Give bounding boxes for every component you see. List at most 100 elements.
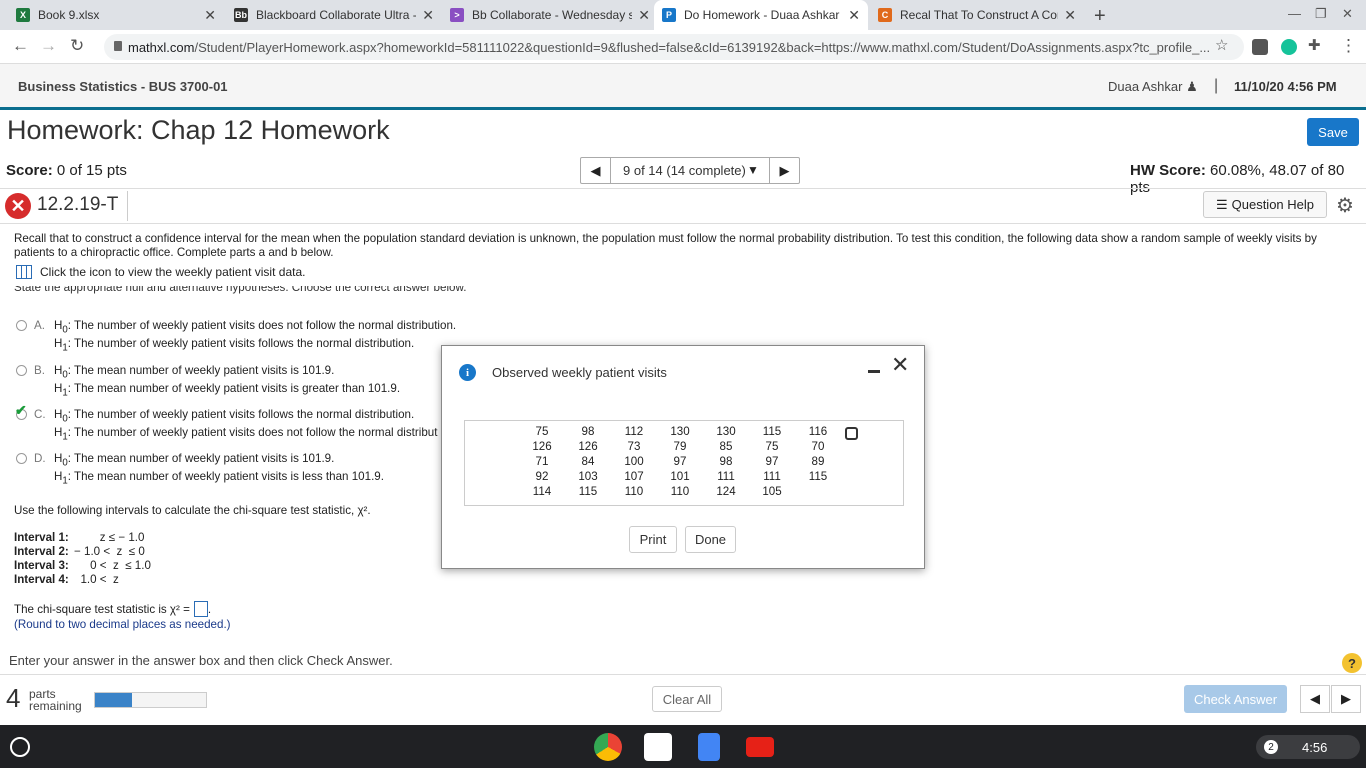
rounding-note: (Round to two decimal places as needed.) [14,618,231,631]
chi-square-answer-box[interactable] [193,601,208,617]
minimize-icon[interactable] [868,370,880,373]
browser-tab[interactable]: C Recal That To Construct A Confi ✕ [870,0,1084,30]
option-radio[interactable] [16,365,27,376]
previous-question-button[interactable]: ◀ [581,158,611,183]
bookmark-star-icon[interactable]: ☆ [1215,36,1228,54]
print-button[interactable]: Print [629,526,677,553]
system-tray[interactable]: 2 4:56 [1256,735,1360,759]
table-cell: 92 [535,470,549,483]
data-link[interactable]: Click the icon to view the weekly patien… [16,265,305,279]
youtube-icon[interactable] [746,737,774,757]
footer-next-button[interactable]: ▶ [1331,685,1361,713]
download-extension-icon[interactable] [1252,39,1268,55]
forward-icon[interactable]: → [40,36,57,56]
browser-tab[interactable]: X Book 9.xlsx ✕ [8,0,224,30]
footer-previous-button[interactable]: ◀ [1300,685,1330,713]
browser-menu-icon[interactable]: ⋮ [1340,36,1357,56]
back-icon[interactable]: ← [12,36,29,56]
option-radio[interactable] [16,453,27,464]
browser-tab[interactable]: Bb Blackboard Collaborate Ultra - E ✕ [226,0,442,30]
grammarly-extension-icon[interactable] [1281,39,1297,55]
table-cell: 97 [765,455,779,468]
parts-remaining-count: 4 [6,683,21,713]
close-tab-icon[interactable]: ✕ [848,7,860,24]
close-tab-icon[interactable]: ✕ [1064,7,1076,24]
parts-remaining-label: parts remaining [29,687,82,713]
interval-expression: z ≤ − 1.0 [74,531,145,544]
url-field[interactable]: mathxl.com/Student/PlayerHomework.aspx?h… [104,34,1244,60]
new-tab-button[interactable]: + [1094,5,1106,28]
null-hypothesis: H0: The number of weekly patient visits … [54,408,415,425]
url-host: mathxl.com [128,39,195,55]
minimize-window-icon[interactable]: — [1288,6,1301,21]
url-path: /Student/PlayerHomework.aspx?homeworkId=… [194,39,1211,55]
table-cell: 97 [673,455,687,468]
launcher-icon[interactable] [10,737,30,757]
option-letter: D. [34,452,46,465]
table-cell: 111 [717,470,735,483]
table-cell: 111 [763,470,781,483]
interval-row: Interval 3: 0 < z ≤ 1.0 [14,559,151,572]
extensions-puzzle-icon[interactable]: ✚ [1308,36,1321,54]
close-icon[interactable]: ✕ [891,352,909,378]
help-question-icon[interactable]: ? [1342,653,1362,673]
clear-all-button[interactable]: Clear All [652,686,722,712]
close-tab-icon[interactable]: ✕ [638,7,650,24]
table-cell: 98 [581,425,595,438]
chevron-down-icon[interactable]: ▼ [747,163,759,177]
table-row: 126 126 73 79 85 75 70 [519,439,841,454]
table-row: 114 115 110 110 124 105 [519,484,841,499]
table-cell: 112 [624,425,644,438]
data-table-icon[interactable] [16,265,32,279]
question-position-dropdown[interactable]: 9 of 14 (14 complete) [623,163,746,178]
interval-label: Interval 3: [14,559,69,572]
interval-expression: 1.0 < z [74,573,119,586]
divider [0,188,1366,189]
alternative-hypothesis: H1: The number of weekly patient visits … [54,426,438,443]
option-radio[interactable] [16,320,27,331]
alternative-hypothesis: H1: The mean number of weekly patient vi… [54,382,401,399]
question-help-button[interactable]: ☰ Question Help [1203,191,1327,218]
table-cell: 85 [719,440,733,453]
browser-tab[interactable]: P Do Homework - Duaa Ashkar ✕ [654,0,868,30]
close-tab-icon[interactable]: ✕ [422,7,434,24]
null-hypothesis: H0: The number of weekly patient visits … [54,319,457,336]
close-tab-icon[interactable]: ✕ [204,7,216,24]
tab-title: Bb Collaborate - Wednesday ses [472,8,633,22]
table-cell: 110 [670,485,690,498]
tab-favicon: X [16,8,30,22]
lock-icon [114,41,122,51]
interval-label: Interval 2: [14,545,69,558]
next-question-button[interactable]: ▶ [769,158,799,183]
check-answer-button[interactable]: Check Answer [1184,685,1287,713]
docs-icon[interactable] [698,733,720,761]
cut-off-instruction: State the appropriate null and alternati… [14,286,467,294]
browser-tab[interactable]: > Bb Collaborate - Wednesday ses ✕ [442,0,658,30]
gear-icon[interactable]: ⚙ [1336,193,1354,218]
interval-expression: 0 < z ≤ 1.0 [74,559,151,572]
clock: 4:56 [1302,739,1328,755]
gmail-icon[interactable] [644,733,672,761]
score: Score: 0 of 15 pts [6,162,127,179]
intervals-instruction: Use the following intervals to calculate… [14,504,371,517]
table-cell: 124 [716,485,736,498]
table-cell: 75 [765,440,779,453]
parts-progress-bar [94,692,207,708]
option-letter: B. [34,364,45,377]
alternative-hypothesis: H1: The mean number of weekly patient vi… [54,470,384,487]
done-button[interactable]: Done [685,526,736,553]
copy-icon[interactable] [845,427,858,440]
user-name[interactable]: Duaa Ashkar ♟ [1108,79,1198,95]
page-title: Homework: Chap 12 Homework [7,115,390,145]
reload-icon[interactable]: ↻ [70,36,84,56]
table-cell: 71 [535,455,549,468]
browser-tab-bar: X Book 9.xlsx ✕ Bb Blackboard Collaborate Ul… [0,0,1366,30]
data-table-panel: 75 98 112 130 130 115 116 126 126 73 79 85 75 70 71 84 1… [464,420,904,506]
list-icon: ☰ [1215,196,1228,212]
restore-window-icon[interactable]: ❐ [1315,6,1327,22]
table-cell: 115 [578,485,598,498]
chrome-icon[interactable] [594,733,622,761]
save-button[interactable]: Save [1307,118,1359,146]
close-window-icon[interactable]: ✕ [1342,6,1353,22]
table-cell: 126 [532,440,552,453]
